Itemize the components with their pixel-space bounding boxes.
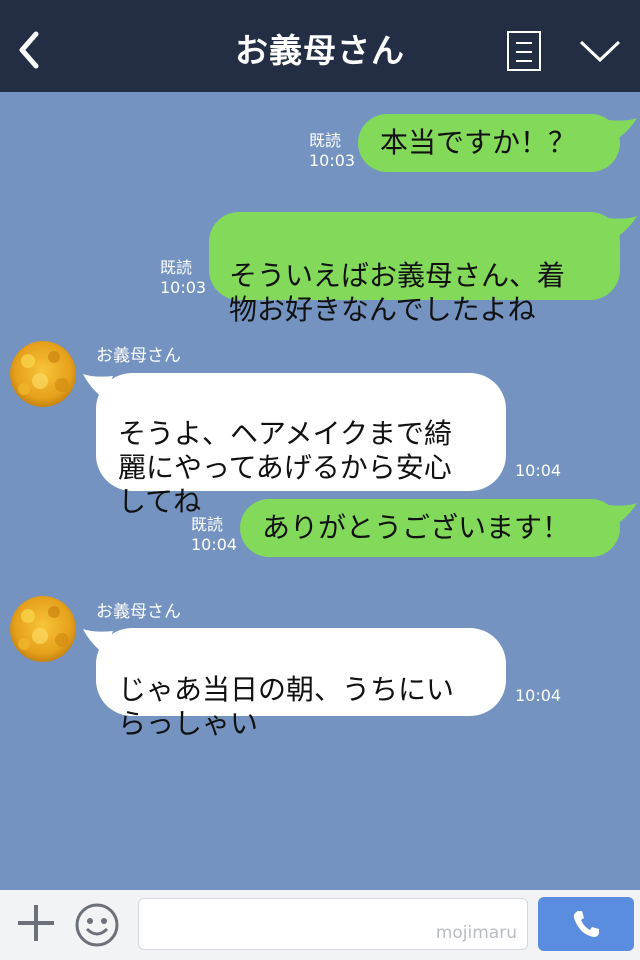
avatar[interactable] [10, 341, 76, 407]
outgoing-message[interactable]: ありがとうございます！ [240, 499, 620, 557]
sender-name: お義母さん [96, 602, 181, 622]
read-status: 既読 10:03 [160, 258, 207, 297]
message-time: 10:04 [515, 461, 562, 480]
incoming-message[interactable]: そうよ、ヘアメイクまで綺 麗にやってあげるから安心 してね [96, 373, 506, 518]
outgoing-message[interactable]: 本当ですか！？ [358, 114, 620, 172]
bubble-tail [608, 503, 637, 525]
chat-title: お義母さん [235, 31, 405, 70]
bubble-tail [608, 118, 637, 140]
outgoing-message[interactable]: そういえばお義母さん、着 物お好きなんでしたよね [209, 212, 620, 326]
phone-icon [573, 911, 599, 937]
message-input[interactable]: mojimaru [138, 898, 528, 950]
menu-list-icon[interactable] [507, 31, 541, 71]
bubble-tail [608, 216, 637, 238]
sender-name: お義母さん [96, 346, 181, 366]
incoming-message[interactable]: じゃあ当日の朝、うちにい らっしゃい [96, 628, 506, 740]
plus-icon[interactable] [16, 903, 56, 943]
chevron-down-icon[interactable] [578, 36, 622, 64]
chat-header: お義母さん [0, 0, 640, 92]
read-status: 既読 10:04 [191, 515, 238, 554]
watermark: mojimaru [435, 923, 517, 943]
read-status: 既読 10:03 [309, 131, 356, 170]
smile-icon[interactable] [74, 902, 120, 948]
input-bar: mojimaru [0, 890, 640, 960]
message-time: 10:04 [515, 686, 562, 705]
call-button[interactable] [538, 897, 634, 951]
chat-area[interactable]: 既読 10:03 本当ですか！？ 既読 10:03 そういえばお義母さん、着 物… [0, 92, 640, 890]
avatar[interactable] [10, 596, 76, 662]
